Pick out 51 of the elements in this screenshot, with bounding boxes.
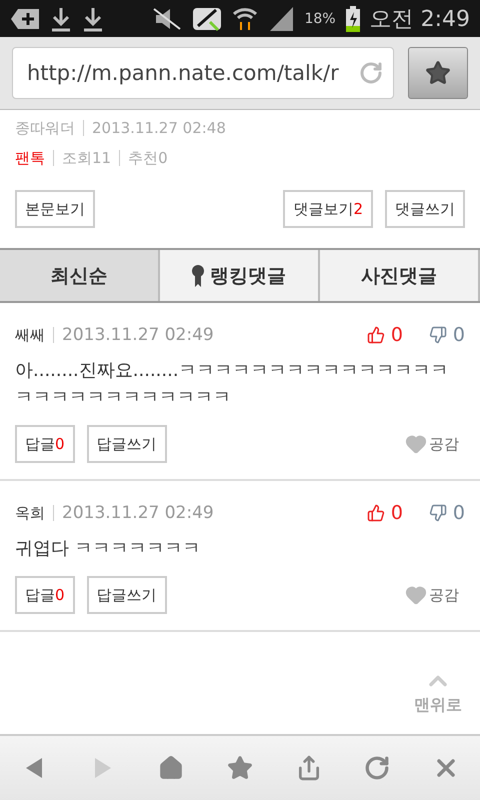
- battery-icon: [346, 6, 360, 32]
- thumbs-up-icon[interactable]: [366, 504, 385, 522]
- dislike-count: 0: [452, 502, 465, 524]
- add-notification-icon: [10, 8, 40, 30]
- signal-icon: [268, 6, 294, 32]
- post-button[interactable]: 본문보기: [15, 190, 95, 228]
- mute-icon: [152, 6, 182, 30]
- heart-icon: [405, 584, 427, 606]
- sort-tab[interactable]: 최신순: [0, 250, 160, 301]
- tab-label: 랭킹댓글: [210, 264, 286, 288]
- tab-label: 최신순: [50, 264, 108, 288]
- empathy-button[interactable]: 공감: [399, 583, 465, 607]
- thumbs-up-icon[interactable]: [366, 326, 385, 344]
- comment-author: 옥희: [15, 504, 45, 522]
- post-author: 종따워더: [15, 118, 75, 138]
- address-field[interactable]: http://m.pann.nate.com/talk/r: [12, 47, 394, 99]
- thumbs-down-icon[interactable]: [428, 326, 447, 344]
- heart-icon: [405, 433, 427, 455]
- write-reply-button[interactable]: 답글쓰기: [86, 576, 167, 614]
- empathy-button[interactable]: 공감: [399, 432, 465, 456]
- sort-tab[interactable]: 랭킹댓글: [160, 250, 320, 301]
- reload-icon[interactable]: [359, 61, 383, 85]
- comment-author: 쌔쌔: [15, 326, 45, 344]
- battery-percent: 18%: [304, 10, 336, 26]
- view-count: 조회11: [62, 148, 112, 168]
- comment-text: 귀엽다 ㅋㅋㅋㅋㅋㅋㅋ: [15, 537, 202, 561]
- recommend-count: 추천0: [128, 148, 168, 168]
- like-count: 0: [390, 502, 403, 524]
- like-count: 0: [390, 324, 403, 346]
- reply-button[interactable]: 답글0: [15, 576, 75, 614]
- comment-date: 2013.11.27 02:49: [62, 325, 214, 345]
- wifi-icon: [232, 6, 258, 32]
- write-reply-button[interactable]: 답글쓰기: [86, 425, 167, 463]
- thumbs-down-icon[interactable]: [428, 504, 447, 522]
- comment-date: 2013.11.27 02:49: [62, 503, 214, 523]
- post-button[interactable]: 댓글쓰기: [385, 190, 465, 228]
- medal-icon: [192, 264, 204, 288]
- star-icon: [425, 60, 451, 86]
- reply-button[interactable]: 답글0: [15, 425, 75, 463]
- tab-label: 사진댓글: [361, 264, 437, 288]
- post-button[interactable]: 댓글보기2: [283, 190, 373, 228]
- download-icon: [50, 6, 72, 32]
- post-category[interactable]: 팬톡: [15, 148, 45, 168]
- download-icon: [82, 6, 104, 32]
- clock: 오전 2:49: [370, 6, 470, 34]
- comment-text: 아........진짜요........ㅋㅋㅋㅋㅋㅋㅋㅋㅋㅋㅋㅋㅋㅋㅋㅋㅋㅋㅋㅋㅋㅋㅋㅋㅋㅋㅋ: [15, 359, 450, 410]
- dislike-count: 0: [452, 324, 465, 346]
- sort-tab[interactable]: 사진댓글: [320, 250, 480, 301]
- data-icon: [192, 6, 222, 32]
- bookmark-button[interactable]: [408, 47, 468, 99]
- post-date: 2013.11.27 02:48: [92, 119, 226, 137]
